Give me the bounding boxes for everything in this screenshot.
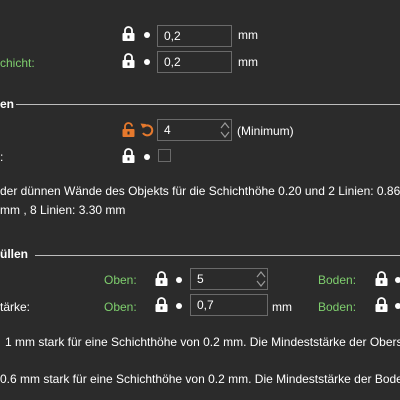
top-thickness-label: Oben: (104, 300, 137, 314)
status-dot (144, 154, 150, 160)
first-layer-height-label: chicht: (0, 56, 35, 70)
status-dot (395, 277, 400, 283)
bottom-layers-label: Boden: (318, 273, 357, 287)
status-dot (144, 59, 150, 65)
section-title-walls: en (0, 97, 15, 111)
shells-info-top: 1 mm stark für eine Schichthöhe von 0.2 … (5, 335, 400, 349)
walls-info-line-1: der dünnen Wände des Objekts für die Sch… (0, 184, 400, 198)
status-dot (176, 303, 182, 309)
section-divider (35, 255, 400, 256)
bottom-thickness-label: Boden: (318, 300, 357, 314)
lock-icon[interactable] (155, 271, 168, 286)
lock-icon[interactable] (122, 148, 135, 163)
minimum-thickness-label: tärke: (0, 300, 31, 314)
reset-arrow-icon[interactable] (140, 122, 154, 137)
lock-icon[interactable] (375, 297, 388, 312)
status-dot (144, 32, 150, 38)
option-checkbox[interactable] (158, 149, 171, 162)
first-layer-height-input[interactable]: 0,2 (157, 51, 232, 73)
walls-info-line-2: mm , 8 Linien: 3.30 mm (0, 203, 126, 217)
top-layers-value: 5 (197, 272, 204, 286)
layer-height-unit: mm (238, 28, 258, 42)
perimeters-note: (Minimum) (237, 124, 294, 138)
checkbox-row-label: : (0, 150, 4, 164)
top-layers-input[interactable]: 5 (190, 268, 268, 290)
layer-height-input[interactable]: 0,2 (157, 25, 232, 47)
top-thickness-input[interactable]: 0,7 (190, 294, 268, 316)
shells-info-bottom: 0.6 mm stark für eine Schichthöhe von 0.… (0, 372, 400, 386)
status-dot (395, 303, 400, 309)
perimeters-input[interactable]: 4 (157, 119, 232, 141)
perimeters-value: 4 (164, 123, 171, 137)
status-dot (176, 277, 182, 283)
unlock-icon[interactable] (122, 122, 135, 137)
lock-icon[interactable] (122, 53, 135, 68)
lock-icon[interactable] (375, 271, 388, 286)
top-thickness-unit: mm (272, 300, 292, 314)
section-divider (16, 104, 400, 105)
lock-icon[interactable] (122, 26, 135, 41)
section-title-shells: üllen (0, 247, 29, 261)
lock-icon[interactable] (155, 297, 168, 312)
first-layer-height-unit: mm (238, 55, 258, 69)
spin-arrows-icon[interactable] (219, 120, 231, 140)
spin-arrows-icon[interactable] (255, 269, 267, 289)
top-layers-label: Oben: (104, 273, 137, 287)
